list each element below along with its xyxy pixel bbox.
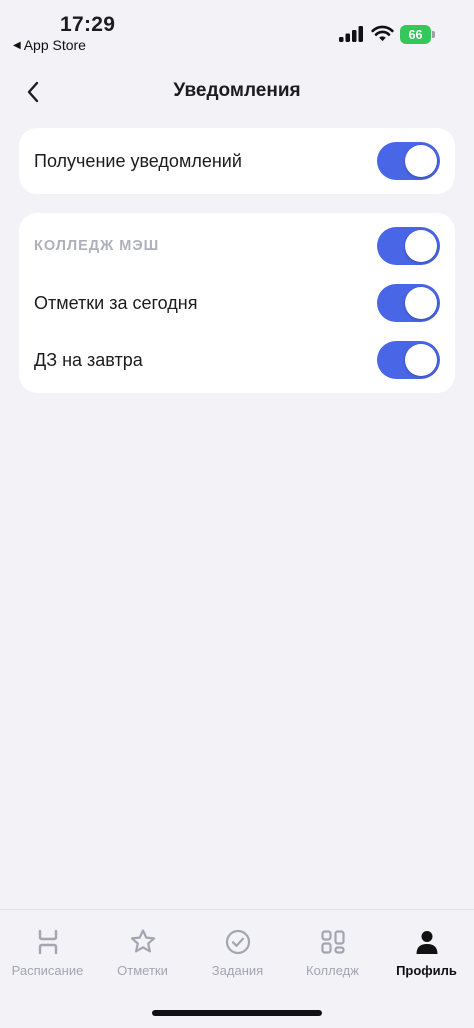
college-card: КОЛЛЕДЖ МЭШ Отметки за сегодня ДЗ на зав… [19,213,455,393]
settings-row-college: КОЛЛЕДЖ МЭШ [19,222,455,270]
back-app-label: App Store [23,37,86,53]
tab-college[interactable]: Колледж [285,928,380,978]
check-circle-icon [225,929,250,955]
back-to-app-link[interactable]: ◀ App Store [13,37,86,53]
toggle-knob [405,230,437,262]
back-triangle-icon: ◀ [13,39,21,51]
status-bar: 17:29 ◀ App Store 66 [0,0,474,60]
row-label: Отметки за сегодня [34,292,198,313]
settings-row-receive-notifications: Получение уведомлений [19,137,455,185]
tab-label: Расписание [11,963,84,978]
tab-label: Колледж [306,963,359,978]
status-time: 17:29 [60,13,116,36]
settings-row-grades-today: Отметки за сегодня [19,279,455,327]
toggle-knob [405,145,437,177]
tab-label: Задания [211,963,264,978]
wifi-icon [371,25,394,42]
signal-icon [339,26,363,42]
home-indicator [152,1010,322,1016]
tab-label: Профиль [396,963,457,978]
toggle-knob [405,287,437,319]
tab-schedule[interactable]: Расписание [0,928,95,978]
battery-cap [432,31,435,38]
battery-level: 66 [400,25,431,44]
schedule-icon [38,929,57,955]
tab-assignments[interactable]: Задания [190,928,285,978]
star-icon [130,929,155,953]
toggle-knob [405,344,437,376]
notifications-card: Получение уведомлений [19,128,455,194]
tab-profile[interactable]: Профиль [379,928,474,978]
page-title: Уведомления [173,80,301,101]
row-label: Получение уведомлений [34,150,242,171]
homework-tomorrow-toggle[interactable] [377,341,440,379]
navigation-bar: Уведомления [0,70,474,114]
receive-notifications-toggle[interactable] [377,142,440,180]
grades-today-toggle[interactable] [377,284,440,322]
person-icon [416,931,437,954]
row-label: ДЗ на завтра [34,349,143,370]
tab-label: Отметки [117,963,168,978]
college-toggle[interactable] [377,227,440,265]
settings-row-homework-tomorrow: ДЗ на завтра [19,336,455,384]
grid-icon [320,930,345,954]
battery-icon: 66 [400,25,435,44]
tab-grades[interactable]: Отметки [95,928,190,978]
section-header-label: КОЛЛЕДЖ МЭШ [34,238,160,254]
